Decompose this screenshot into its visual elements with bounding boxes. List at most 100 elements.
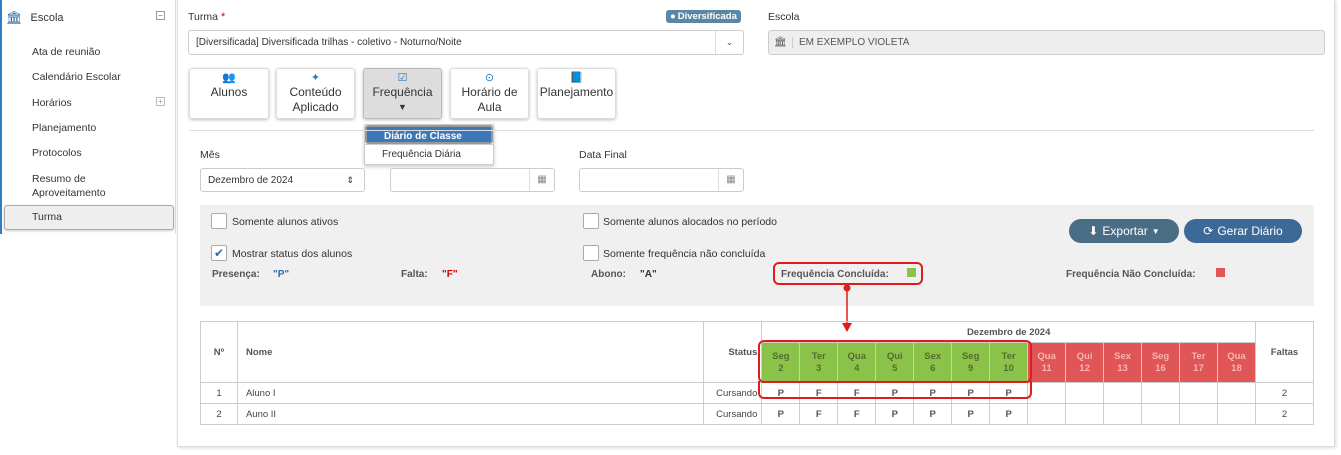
tab-conteudo[interactable]: ✦ Conteúdo Aplicado [276, 68, 355, 119]
cb-label: Somente alunos alocados no período [603, 216, 777, 228]
tab-alunos[interactable]: 👥 Alunos [189, 68, 269, 119]
highlight-days-box [758, 340, 1032, 383]
data-final-input[interactable]: ▦ [579, 168, 744, 192]
day-header: Sex 13 [1103, 342, 1143, 383]
mark-cell[interactable] [1216, 403, 1256, 425]
mark-cell[interactable] [1065, 382, 1105, 404]
row-nome: Aluno I [236, 382, 705, 404]
day-header: Qui 12 [1065, 342, 1105, 383]
mark-cell[interactable] [1027, 403, 1067, 425]
sort-icon: ⇕ [346, 174, 354, 185]
attendance-table: Nº Nome Status Dezembro de 2024 Faltas S… [200, 321, 1315, 425]
mark-cell[interactable]: P [875, 403, 915, 425]
table-row[interactable]: 1 Aluno I Cursando P F F P P P P 2 [200, 382, 1315, 404]
menu-item-frequencia-diaria[interactable]: Frequência Diária [365, 144, 493, 163]
mark-cell[interactable] [1216, 382, 1256, 404]
mes-select[interactable]: Dezembro de 2024 ⇕ [200, 168, 365, 192]
tab-planejamento[interactable]: 📘 Planejamento [537, 68, 616, 119]
tab-label: Alunos [210, 85, 248, 99]
day-week: Seg [1151, 350, 1170, 362]
expand-icon[interactable]: + [156, 97, 165, 106]
tab-label: Horário de [461, 85, 518, 99]
day-num: 17 [1193, 362, 1204, 374]
mark-cell[interactable] [1103, 382, 1143, 404]
mark-cell[interactable]: F [799, 403, 839, 425]
tab-label: Aula [477, 100, 502, 114]
legend-nao-concluida: Frequência Não Concluída: [1066, 269, 1196, 280]
mark-cell[interactable]: F [837, 403, 877, 425]
col-num: Nº [200, 321, 238, 383]
mes-label: Mês [200, 149, 220, 161]
chevron-down-icon[interactable]: ⌄ [715, 31, 743, 54]
legend-concluida: Frequência Concluída: [781, 269, 889, 280]
table-row[interactable]: 2 Auno II Cursando P F F P P P P 2 [200, 403, 1315, 425]
green-square-icon [907, 268, 916, 277]
red-square-icon [1216, 268, 1225, 277]
mark-cell[interactable] [1179, 382, 1218, 404]
col-nome: Nome [236, 321, 705, 383]
mark-cell[interactable] [1179, 403, 1218, 425]
mark-cell[interactable]: P [989, 403, 1029, 425]
sidebar-header[interactable]: 🏛 Escola [6, 8, 170, 28]
row-status: Cursando [703, 403, 763, 425]
cb-label: Mostrar status dos alunos [232, 248, 353, 260]
tab-horario[interactable]: ⊙ Horário de Aula [450, 68, 529, 119]
legend-presenca-value: "P" [273, 269, 290, 280]
sidebar-item-calendario[interactable]: Calendário Escolar [32, 71, 121, 83]
day-week: Qui [1076, 350, 1093, 362]
mark-cell[interactable]: P [951, 403, 991, 425]
checkbox-icon: ☑ [397, 72, 408, 84]
col-faltas: Faltas [1254, 321, 1315, 383]
row-faltas: 2 [1254, 382, 1315, 404]
mark-cell[interactable] [1141, 382, 1181, 404]
sidebar-item-turma[interactable]: Turma [32, 211, 62, 223]
row-status: Cursando [703, 382, 763, 404]
sidebar-item-resumo[interactable]: Resumo de Aproveitamento [32, 172, 142, 200]
mark-cell[interactable] [1103, 403, 1143, 425]
day-num: 16 [1155, 362, 1166, 374]
exportar-button[interactable]: ⬇ Exportar ▼ [1069, 219, 1179, 243]
checkbox-nao-concluida[interactable] [583, 245, 599, 261]
turma-label: Turma * [188, 11, 226, 23]
legend-abono: Abono: [591, 269, 626, 280]
calendar-icon: ▦ [718, 169, 743, 191]
data-inicial-input[interactable]: ▦ [390, 168, 555, 192]
day-week: Ter [1191, 350, 1206, 362]
sidebar-item-ata[interactable]: Ata de reunião [32, 46, 100, 58]
sidebar-item-horarios[interactable]: Horários [32, 97, 72, 109]
book-icon: 📘 [569, 72, 584, 84]
cb-label: Somente frequência não concluída [603, 248, 766, 260]
clock-icon: ⊙ [484, 72, 495, 84]
gerar-diario-button[interactable]: ⟳ Gerar Diário [1184, 219, 1302, 243]
legend-falta: Falta: [401, 269, 428, 280]
cb-label: Somente alunos ativos [232, 216, 339, 228]
escola-label: Escola [768, 11, 800, 23]
mark-cell[interactable] [1027, 382, 1067, 404]
checkbox-alocados[interactable] [583, 213, 599, 229]
bank-icon: 🏛 [769, 37, 793, 48]
legend-falta-value: "F" [442, 269, 458, 280]
mark-cell[interactable] [1065, 403, 1105, 425]
sidebar-item-turma-bg [4, 205, 174, 230]
turma-select-value: [Diversificada] Diversificada trilhas - … [196, 37, 462, 48]
mark-cell[interactable]: P [761, 403, 801, 425]
checkbox-mostrar-status[interactable]: ✔ [211, 245, 227, 261]
tab-frequencia[interactable]: ☑ Frequência ▼ [363, 68, 442, 119]
day-week: Qua [1037, 350, 1056, 362]
row-faltas: 2 [1254, 403, 1315, 425]
mark-cell[interactable] [1141, 403, 1181, 425]
day-header: Seg 16 [1141, 342, 1181, 383]
check-icon: ✔ [213, 246, 225, 260]
mark-cell[interactable]: P [913, 403, 953, 425]
checkbox-alunos-ativos[interactable] [211, 213, 227, 229]
sidebar-item-protocolos[interactable]: Protocolos [32, 147, 82, 159]
caret-down-icon: ▼ [398, 102, 407, 112]
escola-field: 🏛 EM EXEMPLO VIOLETA [768, 30, 1325, 55]
sidebar-item-planejamento[interactable]: Planejamento [32, 122, 96, 134]
collapse-icon[interactable]: − [156, 11, 165, 20]
turma-select[interactable]: [Diversificada] Diversificada trilhas - … [188, 30, 744, 55]
tab-label: Conteúdo [289, 85, 342, 99]
day-num: 12 [1079, 362, 1090, 374]
menu-item-diario[interactable]: Diário de Classe [365, 125, 493, 144]
exportar-label: Exportar [1102, 224, 1148, 238]
